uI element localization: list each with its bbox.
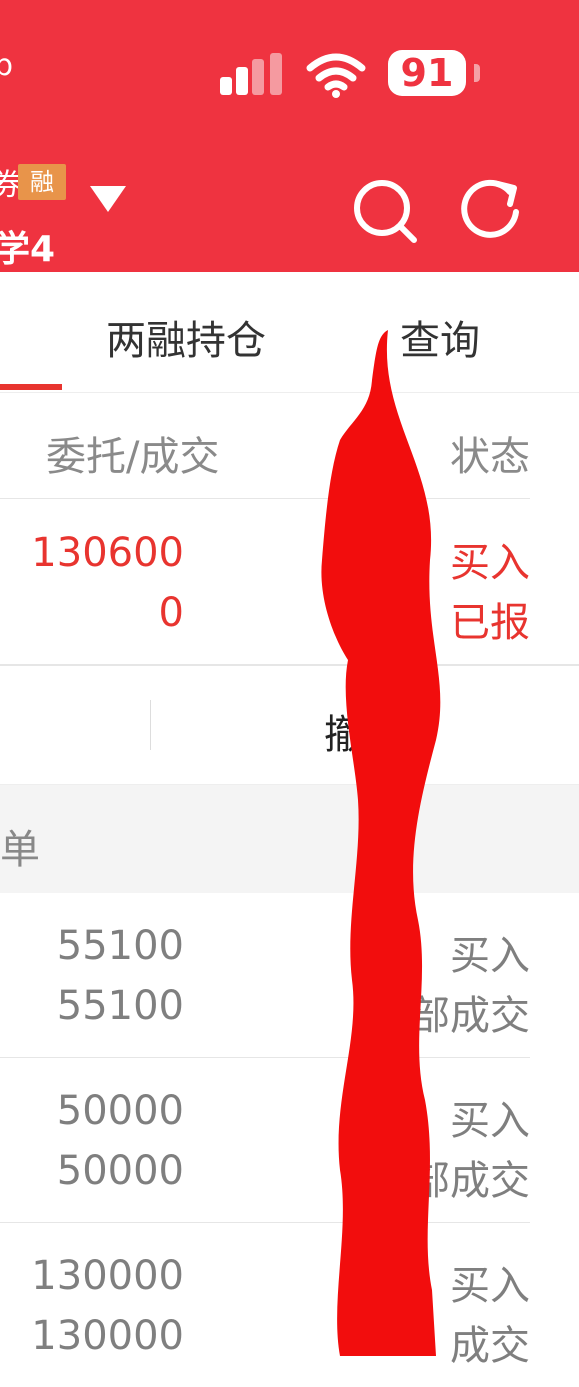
cellular-signal-icon	[220, 53, 282, 95]
order-action-bar: 撤	[0, 666, 579, 785]
trade-qty: 50000	[56, 1148, 184, 1194]
trade-direction: 买入	[450, 933, 530, 979]
margin-badge: 融	[18, 164, 66, 200]
status-bar-text: p	[0, 48, 14, 83]
pending-order-row[interactable]: 130600 0 买入 已报	[0, 500, 530, 664]
trade-direction: 买入	[450, 1098, 530, 1144]
order-qty: 55100	[56, 923, 184, 969]
tab-query[interactable]: 查询	[400, 308, 480, 366]
search-icon[interactable]	[352, 178, 420, 246]
tab-bar: 两融持仓 查询	[0, 272, 579, 393]
account-dropdown-icon[interactable]	[90, 186, 126, 212]
trade-status: 成交	[450, 1323, 530, 1369]
column-status: 状态	[450, 434, 530, 480]
trade-status: 全部成交	[370, 1158, 530, 1204]
tab-margin-positions[interactable]: 两融持仓	[106, 308, 266, 366]
trade-qty: 55100	[56, 983, 184, 1029]
action-divider	[150, 700, 151, 750]
trade-row[interactable]: 130000 130000 买入 成交	[0, 1223, 530, 1387]
order-direction: 买入	[450, 540, 530, 586]
trade-direction: 买入	[450, 1263, 530, 1309]
active-tab-indicator	[0, 384, 62, 390]
trade-qty: 130000	[31, 1313, 184, 1359]
column-order-trade: 委托/成交	[46, 434, 220, 480]
order-qty: 130000	[31, 1253, 184, 1299]
battery-level: 91	[388, 50, 466, 96]
order-qty: 130600	[31, 530, 184, 576]
trades-section-header: 单	[0, 785, 579, 893]
refresh-icon[interactable]	[458, 178, 524, 244]
order-status: 已报	[450, 600, 530, 646]
account-name[interactable]: 学4	[0, 220, 55, 272]
trade-qty: 0	[158, 590, 184, 636]
battery-tip-icon	[474, 64, 480, 82]
trade-row[interactable]: 50000 50000 买入 全部成交	[0, 1058, 530, 1223]
trade-row[interactable]: 55100 55100 买入 全部成交	[0, 893, 530, 1058]
wifi-icon	[306, 53, 366, 98]
section-title: 单	[0, 827, 40, 873]
app-header: p 91 券 融 学4	[0, 0, 579, 272]
trade-status: 全部成交	[370, 993, 530, 1039]
cancel-order-button[interactable]: 撤	[324, 702, 364, 760]
order-qty: 50000	[56, 1088, 184, 1134]
column-header: 委托/成交 状态	[0, 392, 530, 499]
